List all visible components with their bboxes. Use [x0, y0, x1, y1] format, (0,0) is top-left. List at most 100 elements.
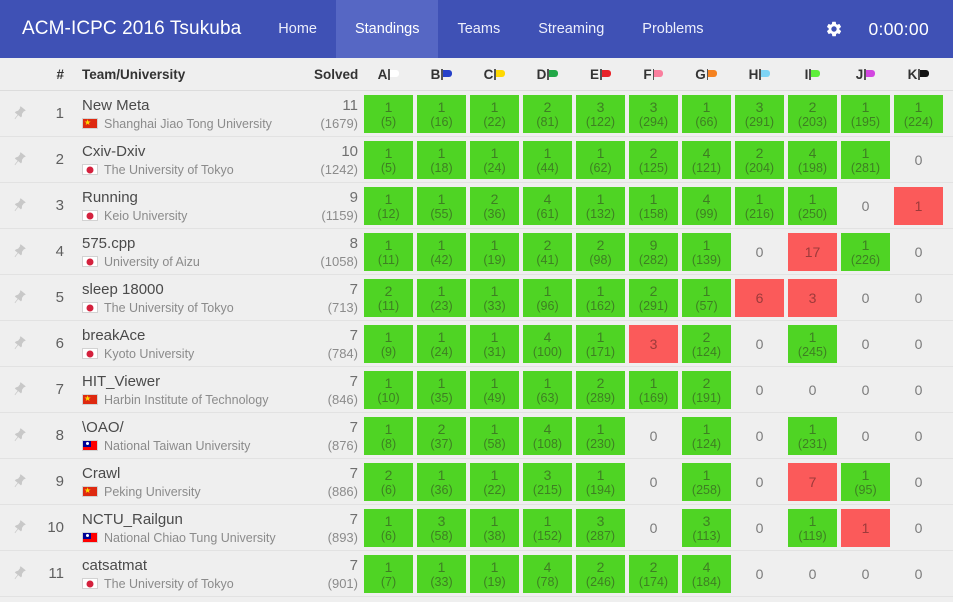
- problem-cell-G[interactable]: 1 (57): [682, 278, 731, 317]
- nav-link-standings[interactable]: Standings: [335, 0, 439, 58]
- problem-cell-C[interactable]: 1 (31): [470, 324, 519, 363]
- problem-cell-B[interactable]: 1 (35): [417, 370, 466, 409]
- table-row[interactable]: 8 \OAO/National Taiwan University 7 (876) 1(…: [0, 413, 953, 459]
- table-row[interactable]: 1New MetaShanghai Jiao Tong University11…: [0, 91, 953, 137]
- problem-cell-F[interactable]: 0: [629, 509, 678, 547]
- pin-button[interactable]: [0, 197, 38, 214]
- problem-cell-J[interactable]: 1: [841, 508, 890, 547]
- problem-cell-K[interactable]: 0: [894, 371, 943, 409]
- team-cell[interactable]: sleep 18000 The University of Tokyo: [66, 281, 314, 315]
- team-cell[interactable]: Cxiv-Dxiv The University of Tokyo: [66, 143, 314, 177]
- problem-cell-D[interactable]: 1 (63): [523, 370, 572, 409]
- problem-cell-A[interactable]: 1 (12): [364, 186, 413, 225]
- table-row[interactable]: 6 breakAce Kyoto University 7 (784) 1 (9) 1 (24)…: [0, 321, 953, 367]
- problem-cell-E[interactable]: 3 (122): [576, 94, 625, 133]
- problem-cell-C[interactable]: 1 (58): [470, 416, 519, 455]
- problem-cell-J[interactable]: 1 (281): [841, 140, 890, 179]
- problem-cell-A[interactable]: 1 (11): [364, 232, 413, 271]
- problem-cell-K[interactable]: 0: [894, 325, 943, 363]
- problem-cell-I[interactable]: 1 (119): [788, 508, 837, 547]
- problem-cell-I[interactable]: 0: [788, 555, 837, 593]
- problem-cell-G[interactable]: 4 (184): [682, 554, 731, 593]
- problem-cell-E[interactable]: 1 (171): [576, 324, 625, 363]
- problem-cell-E[interactable]: 1 (162): [576, 278, 625, 317]
- problem-cell-A[interactable]: 1 (5): [364, 94, 413, 133]
- problem-cell-G[interactable]: 1 (124): [682, 416, 731, 455]
- team-cell[interactable]: HIT_Viewer Harbin Institute of Technology: [66, 373, 314, 407]
- problem-cell-H[interactable]: 0: [735, 509, 784, 547]
- table-row[interactable]: 2 Cxiv-Dxiv The University of Tokyo 10 (1242…: [0, 137, 953, 183]
- problem-cell-F[interactable]: 9 (282): [629, 232, 678, 271]
- problem-cell-A[interactable]: 1 (6): [364, 508, 413, 547]
- problem-cell-I[interactable]: 7: [788, 462, 837, 501]
- problem-cell-F[interactable]: 1 (169): [629, 370, 678, 409]
- problem-cell-D[interactable]: 1 (44): [523, 140, 572, 179]
- problem-cell-F[interactable]: 2 (174): [629, 554, 678, 593]
- problem-cell-K[interactable]: 0: [894, 463, 943, 501]
- problem-cell-B[interactable]: 1 (36): [417, 462, 466, 501]
- problem-cell-B[interactable]: 1 (24): [417, 324, 466, 363]
- problem-cell-G[interactable]: 4 (99): [682, 186, 731, 225]
- problem-header-B[interactable]: B: [417, 67, 466, 82]
- problem-cell-D[interactable]: 2 (81): [523, 94, 572, 133]
- problem-cell-E[interactable]: 2 (246): [576, 554, 625, 593]
- problem-cell-F[interactable]: 2 (125): [629, 140, 678, 179]
- problem-cell-J[interactable]: 0: [841, 555, 890, 593]
- problem-cell-F[interactable]: 3: [629, 324, 678, 363]
- problem-cell-D[interactable]: 1 (152): [523, 508, 572, 547]
- problem-cell-E[interactable]: 1 (230): [576, 416, 625, 455]
- problem-cell-I[interactable]: 0: [788, 371, 837, 409]
- problem-header-K[interactable]: K: [894, 67, 943, 82]
- problem-header-C[interactable]: C: [470, 67, 519, 82]
- problem-cell-H[interactable]: 3 (291): [735, 94, 784, 133]
- problem-cell-C[interactable]: 1 (22): [470, 94, 519, 133]
- problem-cell-K[interactable]: 0: [894, 279, 943, 317]
- team-cell[interactable]: Running Keio University: [66, 189, 314, 223]
- problem-cell-G[interactable]: 3 (113): [682, 508, 731, 547]
- problem-cell-A[interactable]: 1 (7): [364, 554, 413, 593]
- problem-cell-B[interactable]: 2 (37): [417, 416, 466, 455]
- problem-cell-F[interactable]: 1 (158): [629, 186, 678, 225]
- problem-header-G[interactable]: G: [682, 67, 731, 82]
- problem-cell-B[interactable]: 1 (33): [417, 554, 466, 593]
- problem-cell-K[interactable]: 0: [894, 141, 943, 179]
- problem-cell-D[interactable]: 3 (215): [523, 462, 572, 501]
- problem-cell-K[interactable]: 0: [894, 555, 943, 593]
- problem-cell-E[interactable]: 2 (289): [576, 370, 625, 409]
- team-cell[interactable]: New Meta Shanghai Jiao Tong University: [66, 97, 314, 131]
- problem-cell-J[interactable]: 0: [841, 325, 890, 363]
- problem-cell-K[interactable]: 0: [894, 233, 943, 271]
- problem-cell-A[interactable]: 2 (6): [364, 462, 413, 501]
- problem-header-F[interactable]: F: [629, 67, 678, 82]
- pin-button[interactable]: [0, 151, 38, 168]
- pin-button[interactable]: [0, 473, 38, 490]
- site-brand[interactable]: ACM-ICPC 2016 Tsukuba: [0, 0, 259, 58]
- problem-cell-F[interactable]: 2 (291): [629, 278, 678, 317]
- problem-cell-G[interactable]: 2 (124): [682, 324, 731, 363]
- problem-cell-D[interactable]: 1 (96): [523, 278, 572, 317]
- problem-cell-D[interactable]: 2 (41): [523, 232, 572, 271]
- problem-cell-G[interactable]: 1 (258): [682, 462, 731, 501]
- problem-cell-E[interactable]: 1 (194): [576, 462, 625, 501]
- table-row[interactable]: 9CrawlPeking University7(886)2(6)1(36)1(…: [0, 459, 953, 505]
- problem-cell-F[interactable]: 0: [629, 463, 678, 501]
- problem-cell-J[interactable]: 1 (226): [841, 232, 890, 271]
- problem-cell-C[interactable]: 1 (19): [470, 554, 519, 593]
- problem-cell-C[interactable]: 1 (33): [470, 278, 519, 317]
- team-cell[interactable]: Crawl Peking University: [66, 465, 314, 499]
- pin-button[interactable]: [0, 105, 38, 122]
- problem-cell-H[interactable]: 0: [735, 371, 784, 409]
- table-row[interactable]: 4 575.cpp University of Aizu 8 (1058) 1 (11) 1(…: [0, 229, 953, 275]
- problem-cell-H[interactable]: 0: [735, 325, 784, 363]
- problem-cell-I[interactable]: 2 (203): [788, 94, 837, 133]
- problem-cell-E[interactable]: 1 (62): [576, 140, 625, 179]
- problem-cell-H[interactable]: 0: [735, 417, 784, 455]
- problem-cell-F[interactable]: 0: [629, 417, 678, 455]
- table-row[interactable]: 3 Running Keio University 9 (1159) 1 (12) 1 (55)…: [0, 183, 953, 229]
- problem-cell-C[interactable]: 1 (24): [470, 140, 519, 179]
- table-row[interactable]: 5 sleep 18000 The University of Tokyo 7 (713…: [0, 275, 953, 321]
- problem-cell-H[interactable]: 0: [735, 233, 784, 271]
- pin-button[interactable]: [0, 289, 38, 306]
- problem-cell-H[interactable]: 0: [735, 555, 784, 593]
- team-cell[interactable]: 575.cpp University of Aizu: [66, 235, 314, 269]
